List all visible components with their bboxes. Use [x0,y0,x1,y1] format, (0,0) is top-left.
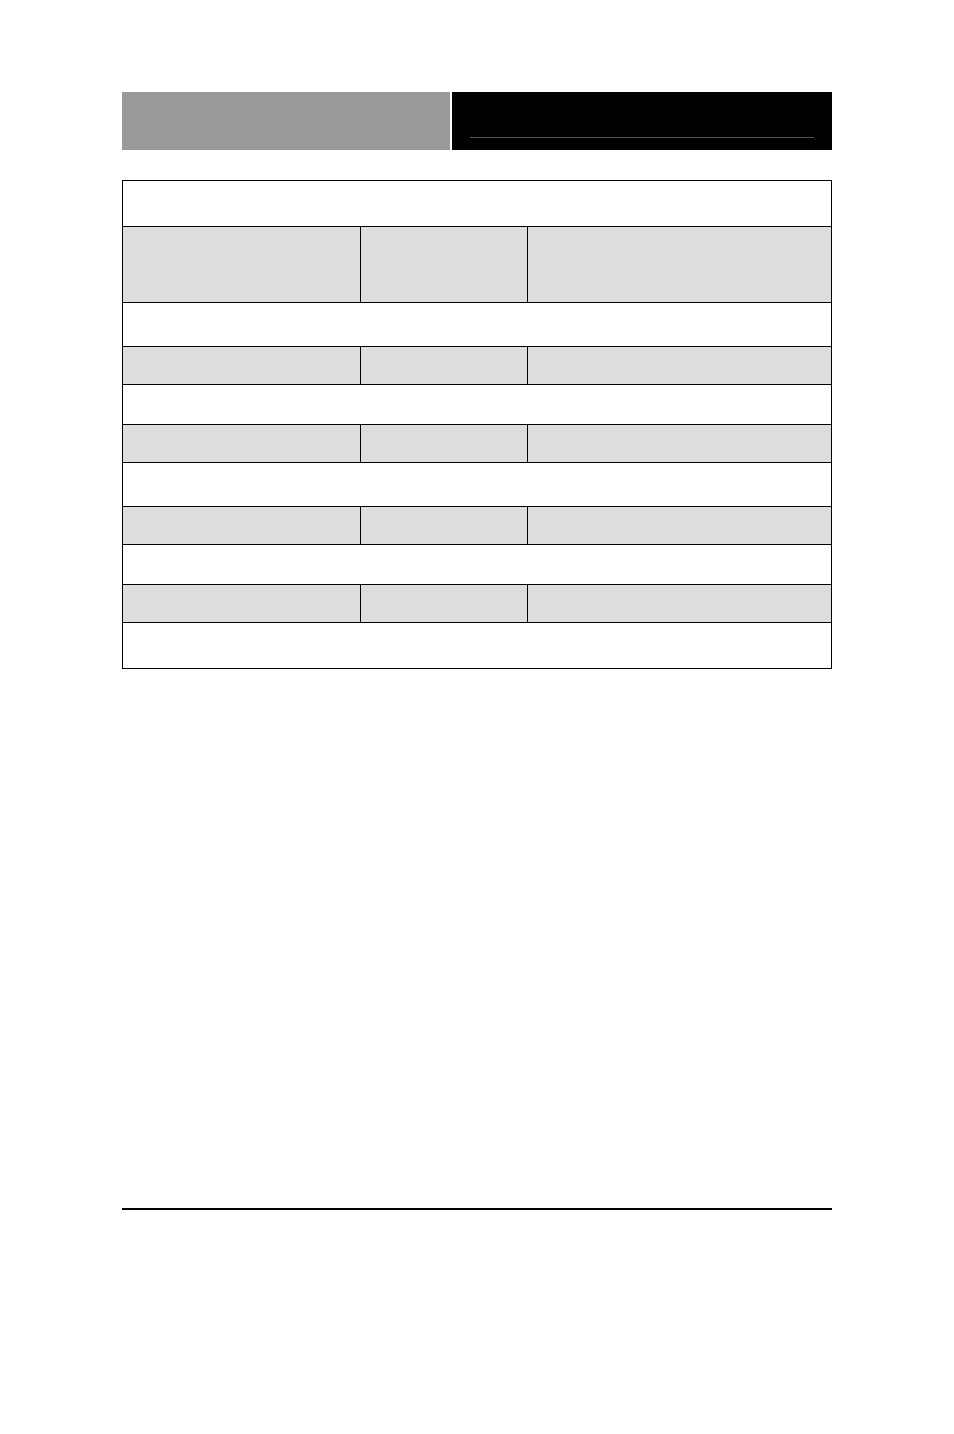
table-row [123,347,832,385]
table-cell [123,385,832,425]
table-row [123,623,832,669]
table-row [123,425,832,463]
table-cell [360,227,528,303]
table-cell [360,425,528,463]
table-row [123,507,832,545]
table-cell [123,227,361,303]
table-cell [360,585,528,623]
table-cell [123,347,361,385]
table-cell [123,545,832,585]
table-row [123,463,832,507]
table-row [123,545,832,585]
table-row [123,181,832,227]
header-left-block [122,92,452,150]
table-row [123,585,832,623]
table-cell [123,585,361,623]
table-cell [123,425,361,463]
header-right-block [452,92,832,150]
table-cell [123,303,832,347]
page-content [122,92,832,669]
table-cell [123,507,361,545]
footer-separator [122,1208,832,1210]
table-cell [528,425,832,463]
table-cell [123,181,832,227]
table-cell [528,585,832,623]
table-cell [123,463,832,507]
table-cell [123,623,832,669]
table-cell [528,227,832,303]
table-cell [528,347,832,385]
table-row [123,227,832,303]
table-row [123,385,832,425]
table-row [123,303,832,347]
table-cell [360,507,528,545]
table-cell [360,347,528,385]
header-bar [122,92,832,150]
table-cell [528,507,832,545]
data-table [122,180,832,669]
